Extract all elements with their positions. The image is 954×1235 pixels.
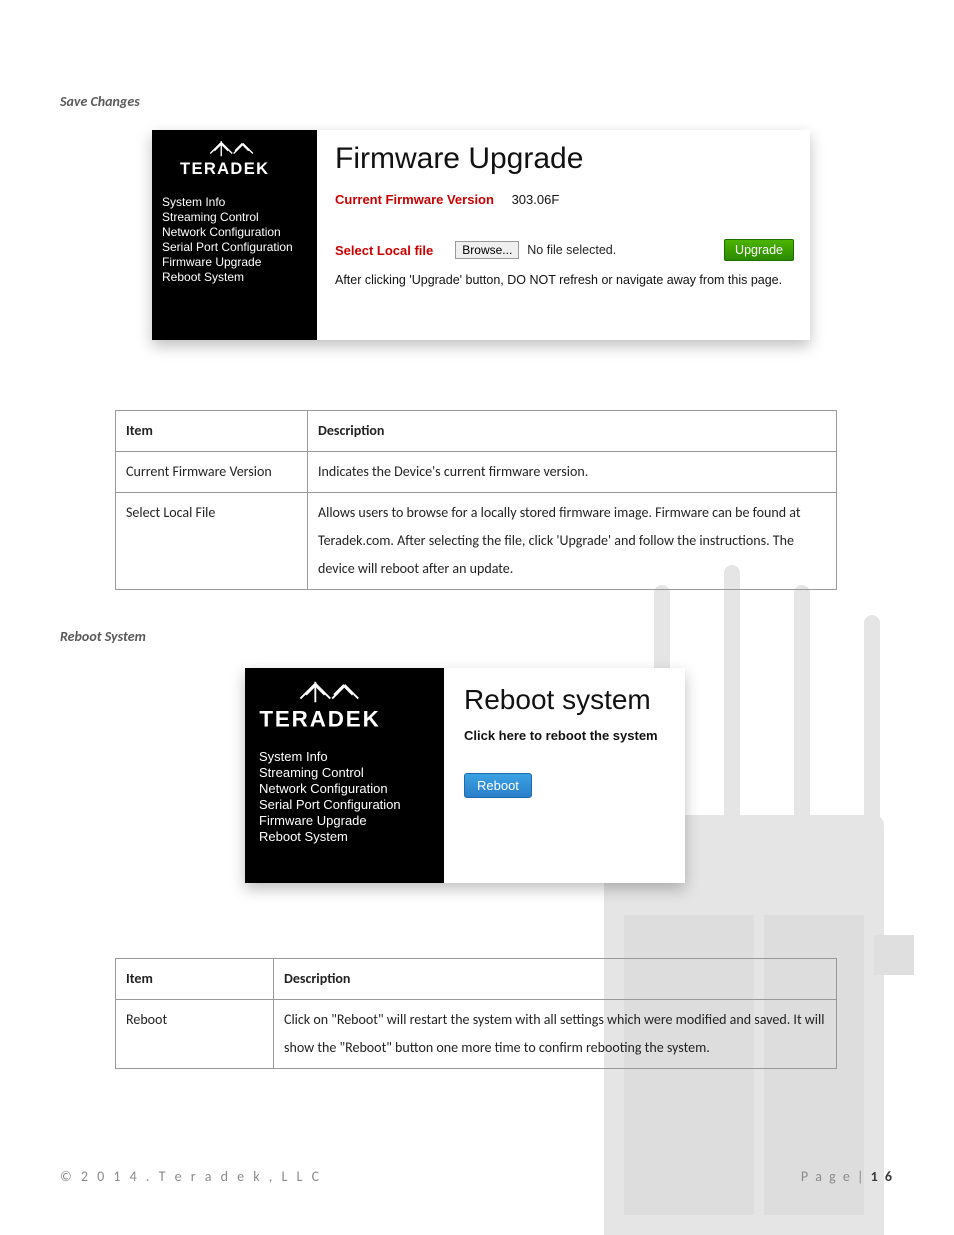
- table-header-description: Description: [308, 411, 837, 452]
- section-heading-reboot-system: Reboot System: [60, 628, 146, 645]
- table-row: Select Local File Allows users to browse…: [116, 493, 837, 590]
- background-device-illustration: [564, 555, 954, 1235]
- footer-page-label: P a g e |: [801, 1168, 871, 1185]
- reboot-button[interactable]: Reboot: [464, 773, 532, 798]
- page-title: Reboot system: [464, 684, 665, 716]
- sidebar-item-network-configuration[interactable]: Network Configuration: [259, 781, 434, 796]
- firmware-description-table: Item Description Current Firmware Versio…: [115, 410, 837, 590]
- sidebar: TERADEK System Info Streaming Control Ne…: [152, 130, 317, 340]
- table-header-row: Item Description: [116, 411, 837, 452]
- reboot-main-pane: Reboot system Click here to reboot the s…: [444, 668, 685, 883]
- no-file-selected-text: No file selected.: [527, 243, 616, 257]
- table-header-row: Item Description: [116, 959, 837, 1000]
- screenshot-reboot-system: TERADEK System Info Streaming Control Ne…: [245, 668, 685, 883]
- sidebar-item-streaming-control[interactable]: Streaming Control: [162, 210, 307, 224]
- sidebar-item-system-info[interactable]: System Info: [259, 749, 434, 764]
- sidebar-item-reboot-system[interactable]: Reboot System: [259, 829, 434, 844]
- table-cell-item: Reboot: [116, 1000, 274, 1069]
- page-title: Firmware Upgrade: [335, 142, 796, 176]
- table-cell-description: Allows users to browse for a locally sto…: [308, 493, 837, 590]
- browse-button[interactable]: Browse...: [455, 241, 519, 259]
- screenshot-firmware-upgrade: TERADEK System Info Streaming Control Ne…: [152, 130, 810, 340]
- section-heading-save-changes: Save Changes: [60, 93, 140, 110]
- table-header-item: Item: [116, 959, 274, 1000]
- sidebar-item-network-configuration[interactable]: Network Configuration: [162, 225, 307, 239]
- table-row: Reboot Click on "Reboot" will restart th…: [116, 1000, 837, 1069]
- select-file-row: Select Local file Browse... No file sele…: [335, 239, 796, 261]
- footer-copyright: © 2 0 1 4 . T e r a d e k , L L C: [60, 1168, 322, 1185]
- table-cell-item: Current Firmware Version: [116, 452, 308, 493]
- sidebar-item-streaming-control[interactable]: Streaming Control: [259, 765, 434, 780]
- sidebar-item-serial-port-configuration[interactable]: Serial Port Configuration: [162, 240, 307, 254]
- current-firmware-value: 303.06F: [512, 192, 560, 207]
- table-cell-description: Indicates the Device's current firmware …: [308, 452, 837, 493]
- sidebar-item-firmware-upgrade[interactable]: Firmware Upgrade: [259, 813, 434, 828]
- document-page: Save Changes TERADEK System Info Streami…: [0, 0, 954, 1235]
- table-header-description: Description: [274, 959, 837, 1000]
- sidebar-item-firmware-upgrade[interactable]: Firmware Upgrade: [162, 255, 307, 269]
- footer-page: P a g e | 1 6: [801, 1168, 894, 1185]
- page-footer: © 2 0 1 4 . T e r a d e k , L L C P a g …: [60, 1168, 894, 1185]
- reboot-subtitle: Click here to reboot the system: [464, 728, 665, 743]
- select-file-label: Select Local file: [335, 243, 433, 258]
- teradek-logo: TERADEK: [259, 678, 434, 737]
- sidebar-item-system-info[interactable]: System Info: [162, 195, 307, 209]
- table-cell-description: Click on "Reboot" will restart the syste…: [274, 1000, 837, 1069]
- footer-page-number: 1 6: [871, 1168, 894, 1185]
- teradek-logo: TERADEK: [162, 138, 307, 183]
- svg-text:TERADEK: TERADEK: [259, 707, 380, 732]
- table-header-item: Item: [116, 411, 308, 452]
- table-cell-item: Select Local File: [116, 493, 308, 590]
- reboot-description-table: Item Description Reboot Click on "Reboot…: [115, 958, 837, 1069]
- table-row: Current Firmware Version Indicates the D…: [116, 452, 837, 493]
- sidebar: TERADEK System Info Streaming Control Ne…: [245, 668, 444, 883]
- upgrade-warning-note: After clicking 'Upgrade' button, DO NOT …: [335, 273, 796, 287]
- firmware-main-pane: Firmware Upgrade Current Firmware Versio…: [317, 130, 810, 340]
- svg-text:TERADEK: TERADEK: [180, 160, 269, 178]
- current-firmware-label: Current Firmware Version: [335, 192, 494, 207]
- upgrade-button[interactable]: Upgrade: [724, 239, 794, 261]
- sidebar-item-serial-port-configuration[interactable]: Serial Port Configuration: [259, 797, 434, 812]
- sidebar-item-reboot-system[interactable]: Reboot System: [162, 270, 307, 284]
- current-firmware-row: Current Firmware Version 303.06F: [335, 192, 796, 207]
